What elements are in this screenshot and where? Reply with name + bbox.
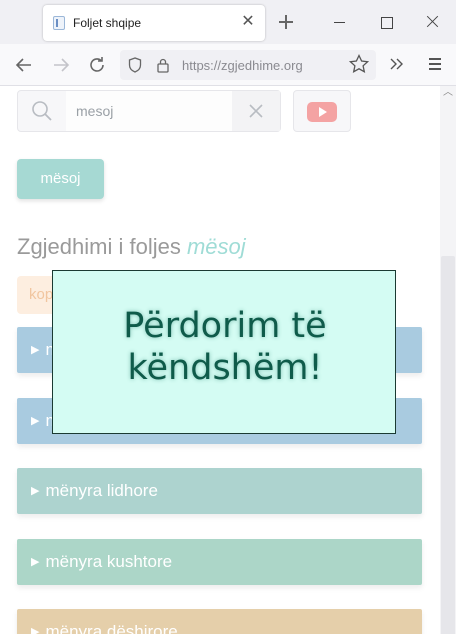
search-bar bbox=[17, 90, 281, 132]
lock-icon[interactable] bbox=[156, 57, 170, 73]
mood-label: mënyra dëshirore bbox=[45, 622, 178, 634]
back-arrow-icon[interactable] bbox=[12, 53, 36, 77]
mood-section-kushtore[interactable]: ▶ mënyra kushtore bbox=[17, 539, 422, 585]
page-title-prefix: Zgjedhimi i foljes bbox=[17, 234, 181, 259]
page-title: Zgjedhimi i foljes mësoj bbox=[17, 234, 246, 260]
browser-tab[interactable]: Foljet shqipe ✕ bbox=[43, 5, 265, 41]
tab-title: Foljet shqipe bbox=[73, 16, 142, 30]
scroll-up-arrow-icon[interactable]: ︿ bbox=[443, 88, 453, 98]
forward-arrow-icon[interactable] bbox=[49, 53, 73, 77]
overlay-line-1: Përdorim të bbox=[123, 306, 327, 346]
scrollbar-thumb[interactable] bbox=[441, 256, 455, 634]
overlay-line-2: këndshëm! bbox=[127, 348, 323, 388]
overlay-message: Përdorim të këndshëm! bbox=[53, 305, 397, 389]
clear-search-icon[interactable] bbox=[232, 91, 280, 131]
reload-icon[interactable] bbox=[85, 53, 109, 77]
mood-section-deshirore[interactable]: ▶ mënyra dëshirore bbox=[17, 609, 422, 634]
search-input[interactable] bbox=[66, 91, 232, 131]
close-window-icon[interactable] bbox=[420, 10, 444, 34]
mood-label: mënyra lidhore bbox=[45, 481, 158, 500]
search-icon[interactable] bbox=[18, 91, 66, 131]
navigation-bar: https://zgjedhime.org bbox=[0, 44, 456, 86]
expand-triangle-icon: ▶ bbox=[31, 556, 40, 568]
page-favicon-icon bbox=[53, 16, 65, 30]
expand-triangle-icon: ▶ bbox=[31, 415, 40, 427]
mood-label: mënyra kushtore bbox=[45, 552, 173, 571]
promo-overlay[interactable]: Përdorim të këndshëm! bbox=[52, 270, 396, 434]
bookmark-star-icon[interactable] bbox=[348, 53, 370, 75]
address-bar[interactable]: https://zgjedhime.org bbox=[120, 50, 376, 80]
maximize-icon[interactable] bbox=[374, 10, 398, 34]
tracking-shield-icon[interactable] bbox=[128, 57, 142, 73]
expand-triangle-icon: ▶ bbox=[31, 626, 40, 634]
scrollbar[interactable]: ︿ bbox=[440, 86, 456, 634]
close-tab-icon[interactable]: ✕ bbox=[239, 13, 257, 31]
youtube-button[interactable] bbox=[293, 90, 351, 132]
url-text[interactable]: https://zgjedhime.org bbox=[182, 58, 303, 73]
new-tab-icon[interactable] bbox=[276, 12, 296, 32]
page-title-verb: mësoj bbox=[186, 234, 246, 259]
youtube-icon bbox=[307, 102, 337, 122]
expand-triangle-icon: ▶ bbox=[31, 344, 40, 356]
verb-button[interactable]: mësoj bbox=[17, 159, 104, 199]
mood-section-lidhore[interactable]: ▶ mënyra lidhore bbox=[17, 468, 422, 514]
overflow-chevron-icon[interactable] bbox=[386, 53, 408, 75]
tab-bar: Foljet shqipe ✕ bbox=[0, 0, 456, 44]
expand-triangle-icon: ▶ bbox=[31, 485, 40, 497]
minimize-icon[interactable] bbox=[328, 10, 352, 34]
hamburger-menu-icon[interactable] bbox=[424, 53, 446, 75]
